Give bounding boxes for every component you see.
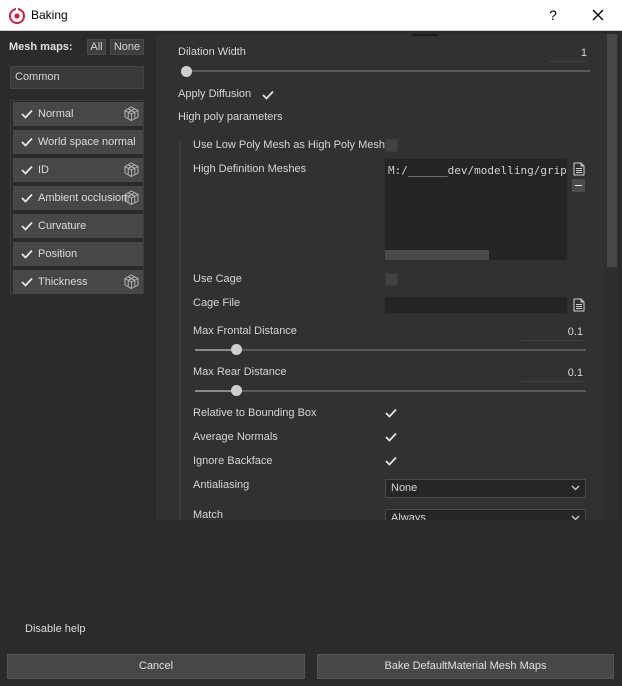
high-definition-meshes-list[interactable]: M:/______dev/modelling/grip_substance/gr… [384, 158, 568, 261]
high-poly-parameters-header: High poly parameters [178, 111, 283, 123]
section-indent-line [179, 141, 181, 520]
cube-icon[interactable] [124, 106, 139, 121]
use-cage-checkbox[interactable] [385, 273, 398, 286]
mesh-map-label: Curvature [38, 220, 87, 232]
antialiasing-selected-value: None [391, 482, 418, 494]
parameters-scrollbar[interactable] [606, 34, 618, 520]
checkmark-icon[interactable] [21, 137, 33, 147]
remove-mesh-button[interactable] [572, 179, 585, 192]
use-low-poly-label: Use Low Poly Mesh as High Poly Mesh [193, 139, 385, 151]
file-open-icon[interactable] [573, 298, 585, 312]
ignore-backface-label: Ignore Backface [193, 455, 273, 467]
checkmark-icon[interactable] [21, 165, 33, 175]
antialiasing-label: Antialiasing [193, 479, 250, 491]
mesh-map-list: Normal World space normal ID Ambient occ… [10, 100, 144, 294]
mesh-map-item-thickness[interactable]: Thickness [13, 270, 143, 294]
dilation-width-slider-handle[interactable] [181, 66, 192, 77]
mesh-map-label: Position [38, 248, 78, 260]
checkmark-icon[interactable] [21, 109, 33, 119]
mesh-map-item-normal[interactable]: Normal [13, 102, 143, 126]
max-frontal-distance-slider[interactable] [195, 349, 586, 351]
max-rear-distance-slider-handle[interactable] [231, 385, 242, 396]
match-select[interactable]: Always [385, 509, 586, 520]
file-open-icon[interactable] [573, 162, 585, 176]
common-section[interactable]: Common [10, 66, 144, 89]
match-selected-value: Always [391, 512, 426, 520]
cancel-button[interactable]: Cancel [7, 654, 305, 679]
max-rear-distance-slider[interactable] [195, 390, 586, 392]
max-rear-distance-slider-fill [195, 390, 234, 392]
checkmark-icon[interactable] [21, 277, 33, 287]
mesh-map-label: World space normal [38, 136, 136, 148]
help-button[interactable]: ? [540, 3, 566, 27]
select-all-button[interactable]: All [87, 39, 106, 55]
window-title: Baking [31, 8, 68, 22]
bake-mesh-maps-button[interactable]: Bake DefaultMaterial Mesh Maps [317, 654, 614, 679]
mesh-map-item-ambient-occlusion[interactable]: Ambient occlusion [13, 186, 143, 210]
mesh-map-item-world-space-normal[interactable]: World space normal [13, 130, 143, 154]
disable-help-link[interactable]: Disable help [25, 623, 86, 635]
mesh-map-item-id[interactable]: ID [13, 158, 143, 182]
cage-file-label: Cage File [193, 297, 241, 309]
max-frontal-distance-slider-fill [195, 349, 234, 351]
mesh-map-item-curvature[interactable]: Curvature [13, 214, 143, 238]
max-rear-distance-value[interactable]: 0.1 [521, 367, 583, 382]
select-none-button[interactable]: None [110, 39, 144, 55]
use-low-poly-checkbox[interactable] [385, 139, 398, 152]
chevron-down-icon [571, 485, 580, 491]
apply-diffusion-checkbox[interactable] [262, 90, 274, 100]
dilation-width-label: Dilation Width [178, 46, 246, 58]
cube-icon[interactable] [124, 274, 139, 289]
mesh-map-label: ID [38, 164, 49, 176]
mesh-map-label: Ambient occlusion [38, 192, 128, 204]
parameters-scrollbar-thumb[interactable] [607, 34, 617, 267]
relative-to-bounding-box-checkbox[interactable] [385, 408, 397, 418]
substance-logo-icon [9, 8, 25, 24]
use-cage-label: Use Cage [193, 273, 242, 285]
dilation-width-slider[interactable] [181, 70, 590, 72]
close-icon[interactable] [585, 3, 611, 27]
dilation-width-value[interactable]: 1 [549, 47, 587, 62]
antialiasing-select[interactable]: None [385, 479, 586, 498]
mesh-maps-header: Mesh maps: [9, 41, 73, 53]
checkmark-icon[interactable] [21, 193, 33, 203]
mesh-map-label: Normal [38, 108, 74, 120]
panel-top-edge [412, 34, 438, 36]
cube-icon[interactable] [124, 190, 139, 205]
cage-file-field[interactable] [384, 296, 568, 314]
max-frontal-distance-value[interactable]: 0.1 [521, 326, 583, 341]
mesh-path[interactable]: M:/______dev/modelling/grip_substance/gr… [388, 164, 567, 177]
mesh-list-horizontal-scrollbar[interactable] [385, 250, 489, 260]
checkmark-icon[interactable] [21, 221, 33, 231]
average-normals-checkbox[interactable] [385, 432, 397, 442]
average-normals-label: Average Normals [193, 431, 278, 443]
relative-to-bounding-box-label: Relative to Bounding Box [193, 407, 317, 419]
cube-icon[interactable] [124, 162, 139, 177]
mesh-map-label: Thickness [38, 276, 88, 288]
title-bar: Baking ? [0, 0, 622, 31]
apply-diffusion-label: Apply Diffusion [178, 88, 252, 100]
ignore-backface-checkbox[interactable] [385, 456, 397, 466]
parameters-panel: Dilation Width 1 Apply Diffusion High po… [156, 34, 606, 520]
checkmark-icon[interactable] [21, 249, 33, 259]
max-rear-distance-label: Max Rear Distance [193, 366, 287, 378]
mesh-map-item-position[interactable]: Position [13, 242, 143, 266]
chevron-down-icon [571, 515, 580, 520]
max-frontal-distance-label: Max Frontal Distance [193, 325, 297, 337]
match-label: Match [193, 509, 223, 520]
max-frontal-distance-slider-handle[interactable] [231, 344, 242, 355]
high-definition-meshes-label: High Definition Meshes [193, 163, 307, 175]
